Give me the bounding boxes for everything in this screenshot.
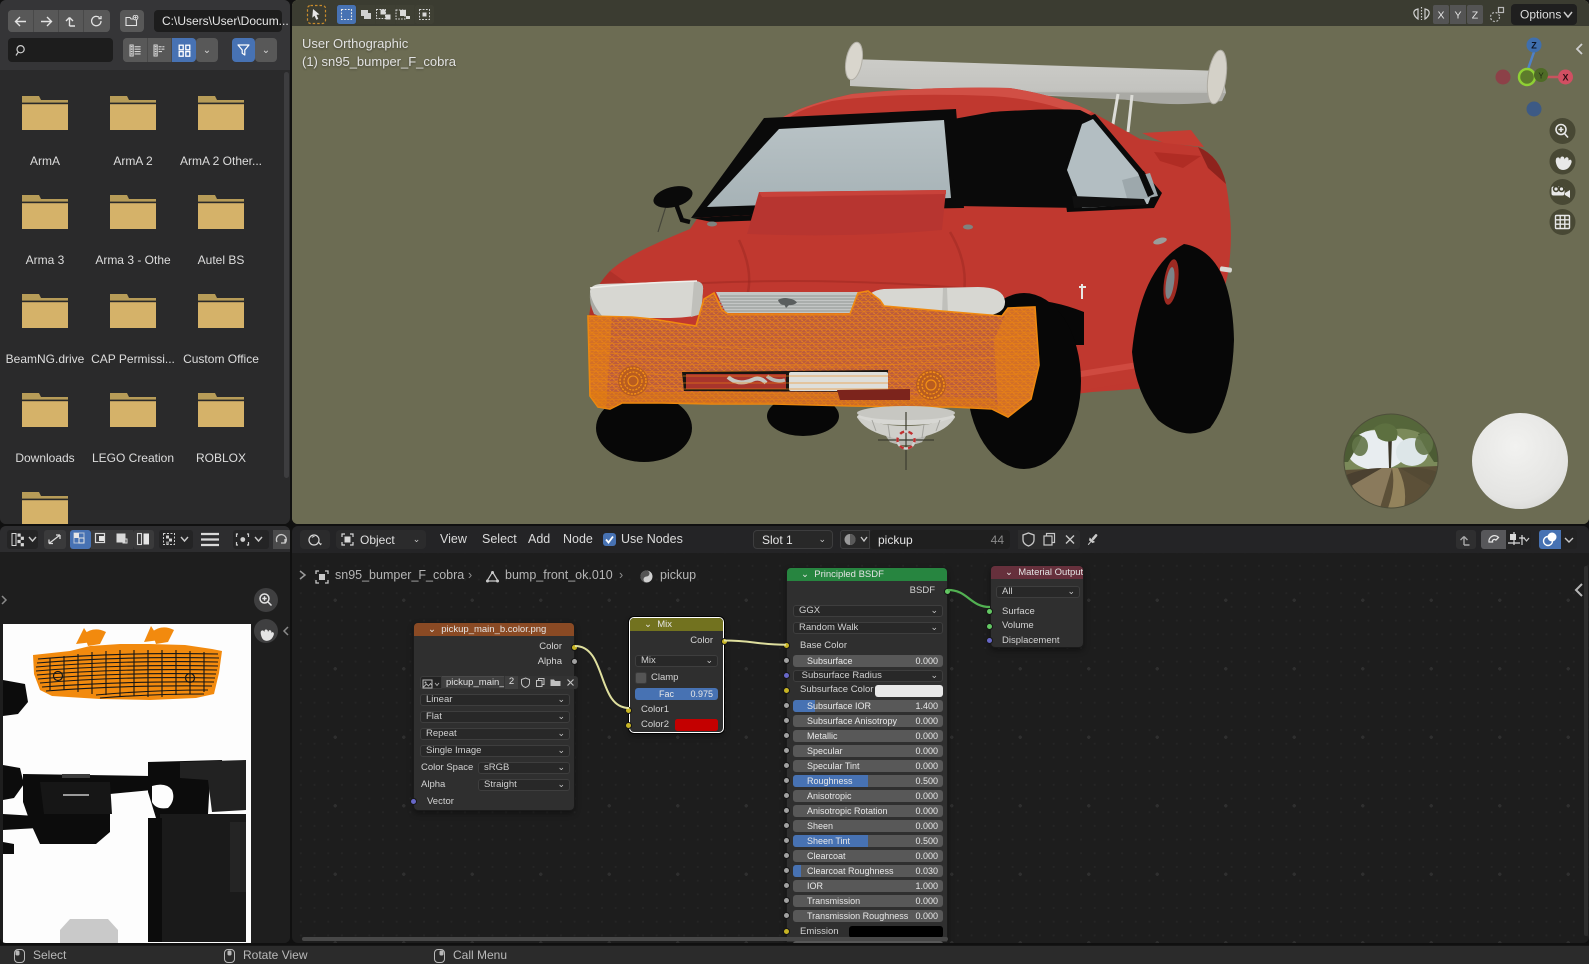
svg-text:Z: Z [1531, 41, 1537, 51]
svg-text:Y: Y [1538, 72, 1544, 81]
svg-text:Options: Options [1520, 8, 1561, 22]
svg-text:Z: Z [1472, 10, 1479, 22]
svg-text:X: X [1562, 73, 1568, 83]
svg-text:X: X [1437, 10, 1444, 22]
svg-text:Y: Y [1454, 10, 1461, 22]
